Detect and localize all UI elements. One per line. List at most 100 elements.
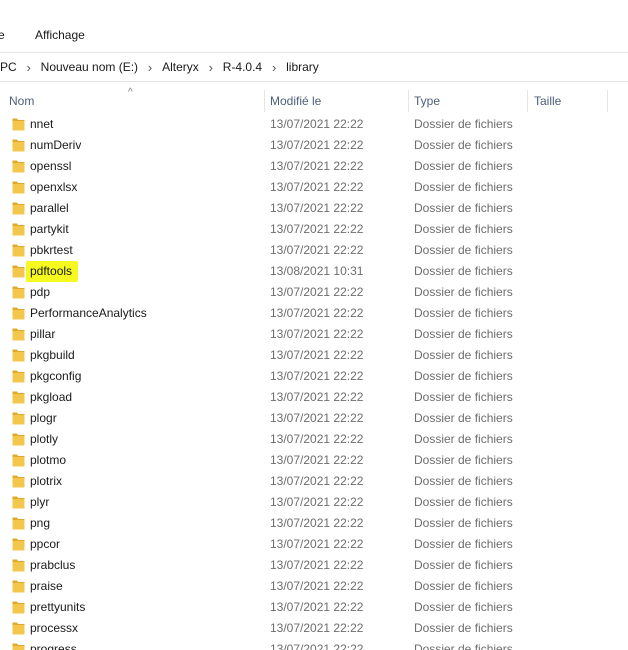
file-row[interactable]: partykit 13/07/2021 22:22 Dossier de fichi…: [0, 219, 628, 240]
file-row[interactable]: pillar 13/07/2021 22:22 Dossier de fichier…: [0, 324, 628, 345]
ribbon-tab-partial[interactable]: e: [0, 28, 5, 42]
file-name: pkgbuild: [30, 348, 75, 362]
file-row[interactable]: png 13/07/2021 22:22 Dossier de fichiers: [0, 513, 628, 534]
chevron-right-icon[interactable]: ›: [140, 60, 160, 75]
file-type: Dossier de fichiers: [414, 453, 513, 467]
file-row[interactable]: numDeriv 13/07/2021 22:22 Dossier de fichi…: [0, 135, 628, 156]
file-date: 13/07/2021 22:22: [270, 180, 364, 194]
file-row[interactable]: pkgload 13/07/2021 22:22 Dossier de fichie…: [0, 387, 628, 408]
file-name: ppcor: [30, 537, 61, 551]
file-date: 13/07/2021 22:22: [270, 411, 364, 425]
file-row[interactable]: plyr 13/07/2021 22:22 Dossier de fichiers: [0, 492, 628, 513]
file-date: 13/07/2021 22:22: [270, 222, 364, 236]
file-row[interactable]: pdp 13/07/2021 22:22 Dossier de fichiers: [0, 282, 628, 303]
ribbon-tab-view[interactable]: Affichage: [35, 28, 85, 42]
file-row[interactable]: pbkrtest 13/07/2021 22:22 Dossier de fichi…: [0, 240, 628, 261]
file-row[interactable]: processx 13/07/2021 22:22 Dossier de fichi…: [0, 618, 628, 639]
file-type: Dossier de fichiers: [414, 390, 513, 404]
file-row[interactable]: prabclus 13/07/2021 22:22 Dossier de fichi…: [0, 555, 628, 576]
file-date: 13/07/2021 22:22: [270, 432, 364, 446]
folder-icon: [12, 643, 25, 650]
file-type: Dossier de fichiers: [414, 432, 513, 446]
folder-icon: [12, 433, 25, 446]
file-row[interactable]: progress 13/07/2021 22:22 Dossier de fichi…: [0, 639, 628, 650]
file-type: Dossier de fichiers: [414, 621, 513, 635]
column-divider[interactable]: [527, 90, 528, 112]
file-date: 13/07/2021 22:22: [270, 327, 364, 341]
file-row[interactable]: nnet 13/07/2021 22:22 Dossier de fichiers: [0, 114, 628, 135]
file-type: Dossier de fichiers: [414, 411, 513, 425]
folder-icon: [12, 265, 25, 278]
folder-icon: [12, 370, 25, 383]
folder-icon: [12, 601, 25, 614]
file-date: 13/07/2021 22:22: [270, 348, 364, 362]
folder-icon: [12, 223, 25, 236]
breadcrumb-item-r-version[interactable]: R-4.0.4: [221, 60, 264, 74]
column-divider[interactable]: [264, 90, 265, 112]
breadcrumb-item-drive[interactable]: Nouveau nom (E:): [39, 60, 140, 74]
file-name: plogr: [30, 411, 57, 425]
file-row[interactable]: plogr 13/07/2021 22:22 Dossier de fichiers: [0, 408, 628, 429]
file-row[interactable]: openxlsx 13/07/2021 22:22 Dossier de fichi…: [0, 177, 628, 198]
file-name: pdp: [30, 285, 51, 299]
file-name: progress: [30, 642, 77, 650]
file-row[interactable]: pkgconfig 13/07/2021 22:22 Dossier de fich…: [0, 366, 628, 387]
file-row[interactable]: ppcor 13/07/2021 22:22 Dossier de fichiers: [0, 534, 628, 555]
chevron-right-icon[interactable]: ›: [264, 60, 284, 75]
column-header-size[interactable]: Taille: [534, 88, 561, 114]
breadcrumb-item-alteryx[interactable]: Alteryx: [160, 60, 201, 74]
file-type: Dossier de fichiers: [414, 642, 513, 650]
file-type: Dossier de fichiers: [414, 201, 513, 215]
file-row[interactable]: pkgbuild 13/07/2021 22:22 Dossier de fichi…: [0, 345, 628, 366]
folder-icon: [12, 139, 25, 152]
file-date: 13/07/2021 22:22: [270, 579, 364, 593]
file-name: plotrix: [30, 474, 63, 488]
file-type: Dossier de fichiers: [414, 243, 513, 257]
file-name-highlighted: pdftools: [26, 261, 79, 282]
file-date: 13/07/2021 22:22: [270, 516, 364, 530]
address-bar[interactable]: PC › Nouveau nom (E:) › Alteryx › R-4.0.…: [0, 53, 628, 82]
file-name: openxlsx: [30, 180, 78, 194]
chevron-right-icon[interactable]: ›: [19, 60, 39, 75]
column-header-type[interactable]: Type: [414, 88, 440, 114]
file-row[interactable]: pdftools 13/08/2021 10:31 Dossier de fichi…: [0, 261, 628, 282]
sort-ascending-icon: ^: [128, 87, 133, 98]
file-date: 13/07/2021 22:22: [270, 306, 364, 320]
file-date: 13/07/2021 22:22: [270, 453, 364, 467]
column-header-modified[interactable]: Modifié le: [270, 88, 321, 114]
file-date: 13/07/2021 22:22: [270, 159, 364, 173]
file-date: 13/07/2021 22:22: [270, 201, 364, 215]
folder-icon: [12, 517, 25, 530]
file-row[interactable]: plotmo 13/07/2021 22:22 Dossier de fichier…: [0, 450, 628, 471]
file-type: Dossier de fichiers: [414, 264, 513, 278]
file-type: Dossier de fichiers: [414, 138, 513, 152]
folder-icon: [12, 622, 25, 635]
ribbon: e Affichage: [0, 0, 628, 52]
file-row[interactable]: parallel 13/07/2021 22:22 Dossier de fichi…: [0, 198, 628, 219]
file-row[interactable]: plotly 13/07/2021 22:22 Dossier de fichier…: [0, 429, 628, 450]
file-name: pkgload: [30, 390, 73, 404]
file-list: nnet 13/07/2021 22:22 Dossier de fichiers n…: [0, 114, 628, 650]
file-type: Dossier de fichiers: [414, 306, 513, 320]
file-type: Dossier de fichiers: [414, 600, 513, 614]
file-row[interactable]: prettyunits 13/07/2021 22:22 Dossier de fi…: [0, 597, 628, 618]
folder-icon: [12, 349, 25, 362]
file-date: 13/07/2021 22:22: [270, 369, 364, 383]
breadcrumb-item-pc[interactable]: PC: [0, 60, 19, 74]
file-name: prabclus: [30, 558, 76, 572]
file-row[interactable]: PerformanceAnalytics 13/07/2021 22:22 Doss…: [0, 303, 628, 324]
file-type: Dossier de fichiers: [414, 516, 513, 530]
chevron-right-icon[interactable]: ›: [201, 60, 221, 75]
file-name: plotly: [30, 432, 59, 446]
file-date: 13/07/2021 22:22: [270, 243, 364, 257]
column-header-name[interactable]: Nom: [9, 88, 34, 114]
file-row[interactable]: praise 13/07/2021 22:22 Dossier de fichier…: [0, 576, 628, 597]
breadcrumb-item-library[interactable]: library: [284, 60, 321, 74]
file-row[interactable]: openssl 13/07/2021 22:22 Dossier de fichie…: [0, 156, 628, 177]
breadcrumb: PC › Nouveau nom (E:) › Alteryx › R-4.0.…: [0, 53, 321, 81]
column-divider[interactable]: [607, 90, 608, 112]
file-type: Dossier de fichiers: [414, 327, 513, 341]
file-row[interactable]: plotrix 13/07/2021 22:22 Dossier de fichie…: [0, 471, 628, 492]
column-divider[interactable]: [408, 90, 409, 112]
file-type: Dossier de fichiers: [414, 285, 513, 299]
